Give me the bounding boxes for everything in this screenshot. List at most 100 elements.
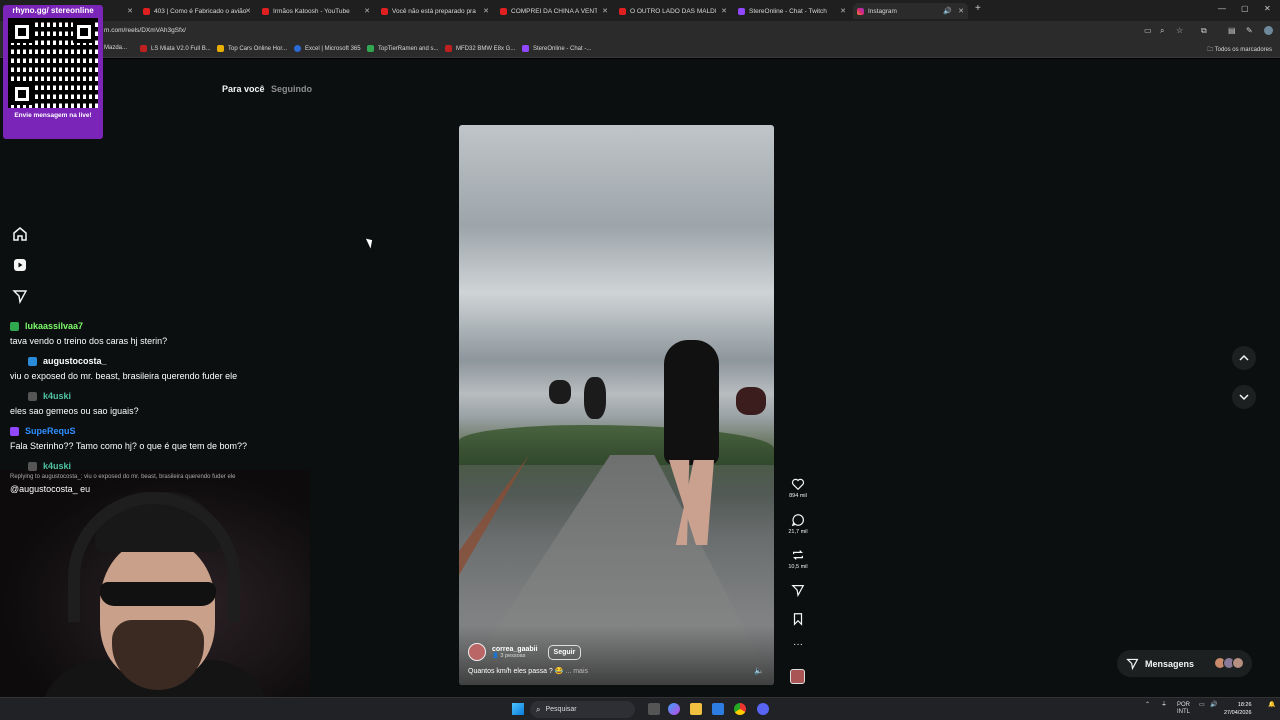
extensions-icon[interactable]: ⧉ — [1201, 26, 1207, 36]
taskview-icon[interactable] — [648, 703, 660, 715]
browser-tab[interactable]: ✕ — [103, 3, 133, 19]
maximize-button[interactable]: ▢ — [1241, 4, 1249, 13]
close-tab-icon[interactable]: ✕ — [602, 7, 608, 15]
qr-corner — [11, 21, 33, 43]
author-name[interactable]: correa_gaabii — [492, 646, 538, 653]
tab-label: StereOnline - Chat - Twitch — [749, 7, 827, 15]
clock[interactable]: 18:26 27/04/2026 — [1224, 701, 1252, 717]
caption-more-link[interactable]: ... mais — [565, 668, 588, 675]
home-icon[interactable] — [12, 226, 28, 242]
clock-time: 18:26 — [1237, 702, 1252, 708]
taskbar-search[interactable]: ⌕ Pesquisar — [530, 701, 635, 718]
chat-username: k4uski — [10, 460, 310, 472]
audio-thumbnail[interactable] — [790, 669, 805, 684]
windows-start-icon[interactable] — [512, 703, 524, 715]
lang-label: POR — [1177, 702, 1191, 708]
author-avatar[interactable] — [468, 643, 486, 661]
tray-chevron-icon[interactable]: ⌃ — [1145, 702, 1150, 709]
mute-icon[interactable]: 🔈 — [754, 666, 764, 675]
webcam-feed — [0, 470, 310, 697]
browser-tab[interactable]: Você não está preparado pra i... ✕ — [381, 3, 489, 19]
share-icon — [791, 585, 805, 597]
bookmark-item[interactable]: MFD32 BMW E8x G... — [445, 45, 515, 52]
browser-tab[interactable]: COMPREI DA CHINA A VENTOI... ✕ — [500, 3, 608, 19]
follow-button[interactable]: Seguir — [547, 644, 582, 660]
reel-author: correa_gaabii 👤 3 pessoas Seguir — [468, 643, 582, 661]
tab-seguindo[interactable]: Seguindo — [271, 84, 312, 94]
input-language[interactable]: POR INTL — [1177, 702, 1190, 716]
chat-badge-icon — [28, 391, 37, 401]
chat-username: k4uski — [10, 390, 310, 402]
store-icon[interactable] — [712, 703, 724, 715]
pen-icon[interactable]: ✎ — [1246, 26, 1253, 35]
chat-text: viu o exposed do mr. beast, brasileira q… — [10, 371, 238, 381]
browser-tab[interactable]: Irmãos Katoosh - YouTube ✕ — [262, 3, 370, 19]
youtube-icon — [140, 45, 147, 52]
tab-label: O OUTRO LADO DAS MALDIV... — [630, 7, 716, 15]
stream-chat: lukaassilvaa7 tava vendo o treino dos ca… — [10, 320, 310, 503]
bookmark-item[interactable]: Mazda... — [104, 45, 127, 51]
cast-icon[interactable]: ▭ — [1144, 26, 1152, 35]
video-scene — [549, 380, 571, 404]
window-close-button[interactable]: ✕ — [1264, 4, 1271, 13]
bookmark-item[interactable]: LS Miata V2.0 Full B... — [140, 45, 211, 52]
next-reel-button[interactable] — [1232, 385, 1256, 409]
sidebar-icon[interactable]: ▤ — [1228, 26, 1236, 35]
save-button[interactable] — [784, 612, 812, 626]
close-tab-icon[interactable]: ✕ — [364, 7, 370, 15]
reels-icon[interactable] — [12, 257, 28, 273]
all-bookmarks-label: Todos os marcadores — [1214, 47, 1272, 53]
bookmark-item[interactable]: Excel | Microsoft 365 — [294, 45, 361, 52]
browser-tab[interactable]: 403 | Como é Fabricado o avião ✕ — [143, 3, 251, 19]
bookmark-item[interactable]: StereOnline - Chat -... — [522, 45, 591, 52]
chat-username: SupeRequS — [10, 425, 310, 437]
chat-badge-icon — [28, 461, 37, 471]
close-tab-icon[interactable]: ✕ — [245, 7, 251, 15]
chat-username-text: k4uski — [43, 391, 72, 401]
reel-caption: Quantos km/h eles passa ? 😂 ... mais — [468, 667, 588, 675]
reel-video[interactable]: correa_gaabii 👤 3 pessoas Seguir Quantos… — [459, 125, 774, 685]
volume-icon[interactable]: 🔊 — [1210, 702, 1217, 709]
copilot-icon[interactable] — [668, 703, 680, 715]
close-tab-icon[interactable]: ✕ — [483, 7, 489, 15]
star-icon[interactable]: ☆ — [1176, 26, 1183, 35]
close-tab-icon[interactable]: ✕ — [958, 7, 964, 15]
bookmark-item[interactable]: TopTierRamen and s... — [367, 45, 438, 52]
explorer-icon[interactable] — [690, 703, 702, 715]
chat-username: lukaassilvaa7 — [10, 320, 310, 332]
folder-icon: 🗀 — [1207, 47, 1215, 53]
new-tab-button[interactable]: + — [975, 3, 981, 14]
tab-para-voce[interactable]: Para você — [222, 84, 265, 94]
profile-avatar[interactable] — [1264, 26, 1273, 35]
monitor-icon[interactable]: ▭ — [1199, 702, 1205, 709]
all-bookmarks[interactable]: 🗀 Todos os marcadores — [1207, 45, 1272, 55]
direct-icon[interactable] — [12, 288, 28, 305]
notification-bell-icon[interactable]: 🔔 — [1268, 702, 1275, 709]
previous-reel-button[interactable] — [1232, 346, 1256, 370]
browser-tab[interactable]: O OUTRO LADO DAS MALDIV... ✕ — [619, 3, 727, 19]
like-button[interactable]: 894 mil — [784, 477, 812, 499]
messages-button[interactable]: Mensagens — [1117, 650, 1252, 677]
bookmark-item[interactable]: Top Cars Online Hor... — [217, 45, 287, 52]
chevron-up-icon — [1239, 354, 1249, 361]
comment-button[interactable]: 21,7 mil — [784, 513, 812, 535]
direct-icon — [1126, 658, 1139, 670]
minimize-button[interactable]: — — [1218, 4, 1226, 13]
more-options-button[interactable]: ··· — [784, 639, 812, 650]
close-tab-icon[interactable]: ✕ — [840, 7, 846, 15]
close-tab-icon[interactable]: ✕ — [127, 7, 133, 15]
browser-tab[interactable]: StereOnline - Chat - Twitch ✕ — [738, 3, 846, 19]
tray-usb-icon[interactable]: ⏚ — [1161, 702, 1167, 709]
url-field[interactable]: m.com/reels/DXmVAh3gSfx/ — [104, 27, 186, 34]
speaker-icon[interactable]: 🔊 — [943, 7, 952, 15]
comment-icon — [791, 514, 804, 527]
tab-label: Instagram — [868, 7, 897, 15]
chrome-icon[interactable] — [734, 703, 746, 715]
browser-tab-active[interactable]: Instagram ✕ 🔊 — [853, 3, 968, 19]
twitch-icon — [522, 45, 529, 52]
zoom-icon[interactable]: ⌕ — [1160, 26, 1164, 36]
discord-icon[interactable] — [757, 703, 769, 715]
repost-button[interactable]: 10,5 mil — [784, 548, 812, 570]
close-tab-icon[interactable]: ✕ — [721, 7, 727, 15]
share-button[interactable] — [784, 583, 812, 597]
